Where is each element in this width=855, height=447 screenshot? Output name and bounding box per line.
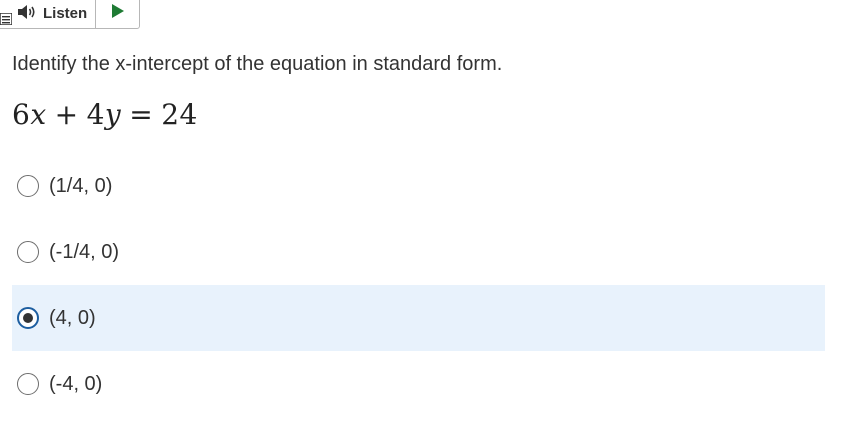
speaker-icon [17,4,37,24]
listen-label: Listen [43,5,88,22]
answer-option[interactable]: (-1/4, 0) [12,219,825,285]
answer-option[interactable]: (4, 0) [12,285,825,351]
radio-button[interactable] [17,175,39,197]
answer-option-label: (-4, 0) [49,372,103,395]
equation-equals: = [129,98,154,131]
answer-option-label: (4, 0) [49,306,96,329]
equation-coef-x: 6 [12,98,31,131]
menu-icon[interactable] [0,0,13,28]
answer-option[interactable]: (-4, 0) [12,351,825,417]
equation-plus: + [54,98,79,131]
question-prompt: Identify the x-intercept of the equation… [12,53,503,75]
answer-option-label: (-1/4, 0) [49,240,120,263]
play-icon [111,3,125,24]
answer-option[interactable]: (1/4, 0) [12,153,825,219]
radio-button[interactable] [17,307,39,329]
radio-button[interactable] [17,241,39,263]
radio-selected-dot [23,313,33,323]
equation: 6x +4y = 24 [12,98,198,131]
equation-var-x: x [30,98,47,131]
listen-toolbar: Listen [0,0,141,29]
play-button[interactable] [96,0,139,28]
equation-rhs: 24 [161,98,198,131]
equation-coef-y: 4 [86,98,105,131]
page: Listen Identify the x-intercept of the e… [0,0,855,447]
equation-var-y: y [104,98,122,131]
answer-options: (1/4, 0) (-1/4, 0) (4, 0) (-4, 0) [12,153,825,417]
answer-option-label: (1/4, 0) [49,174,113,197]
listen-button[interactable]: Listen [13,0,97,28]
radio-button[interactable] [17,373,39,395]
